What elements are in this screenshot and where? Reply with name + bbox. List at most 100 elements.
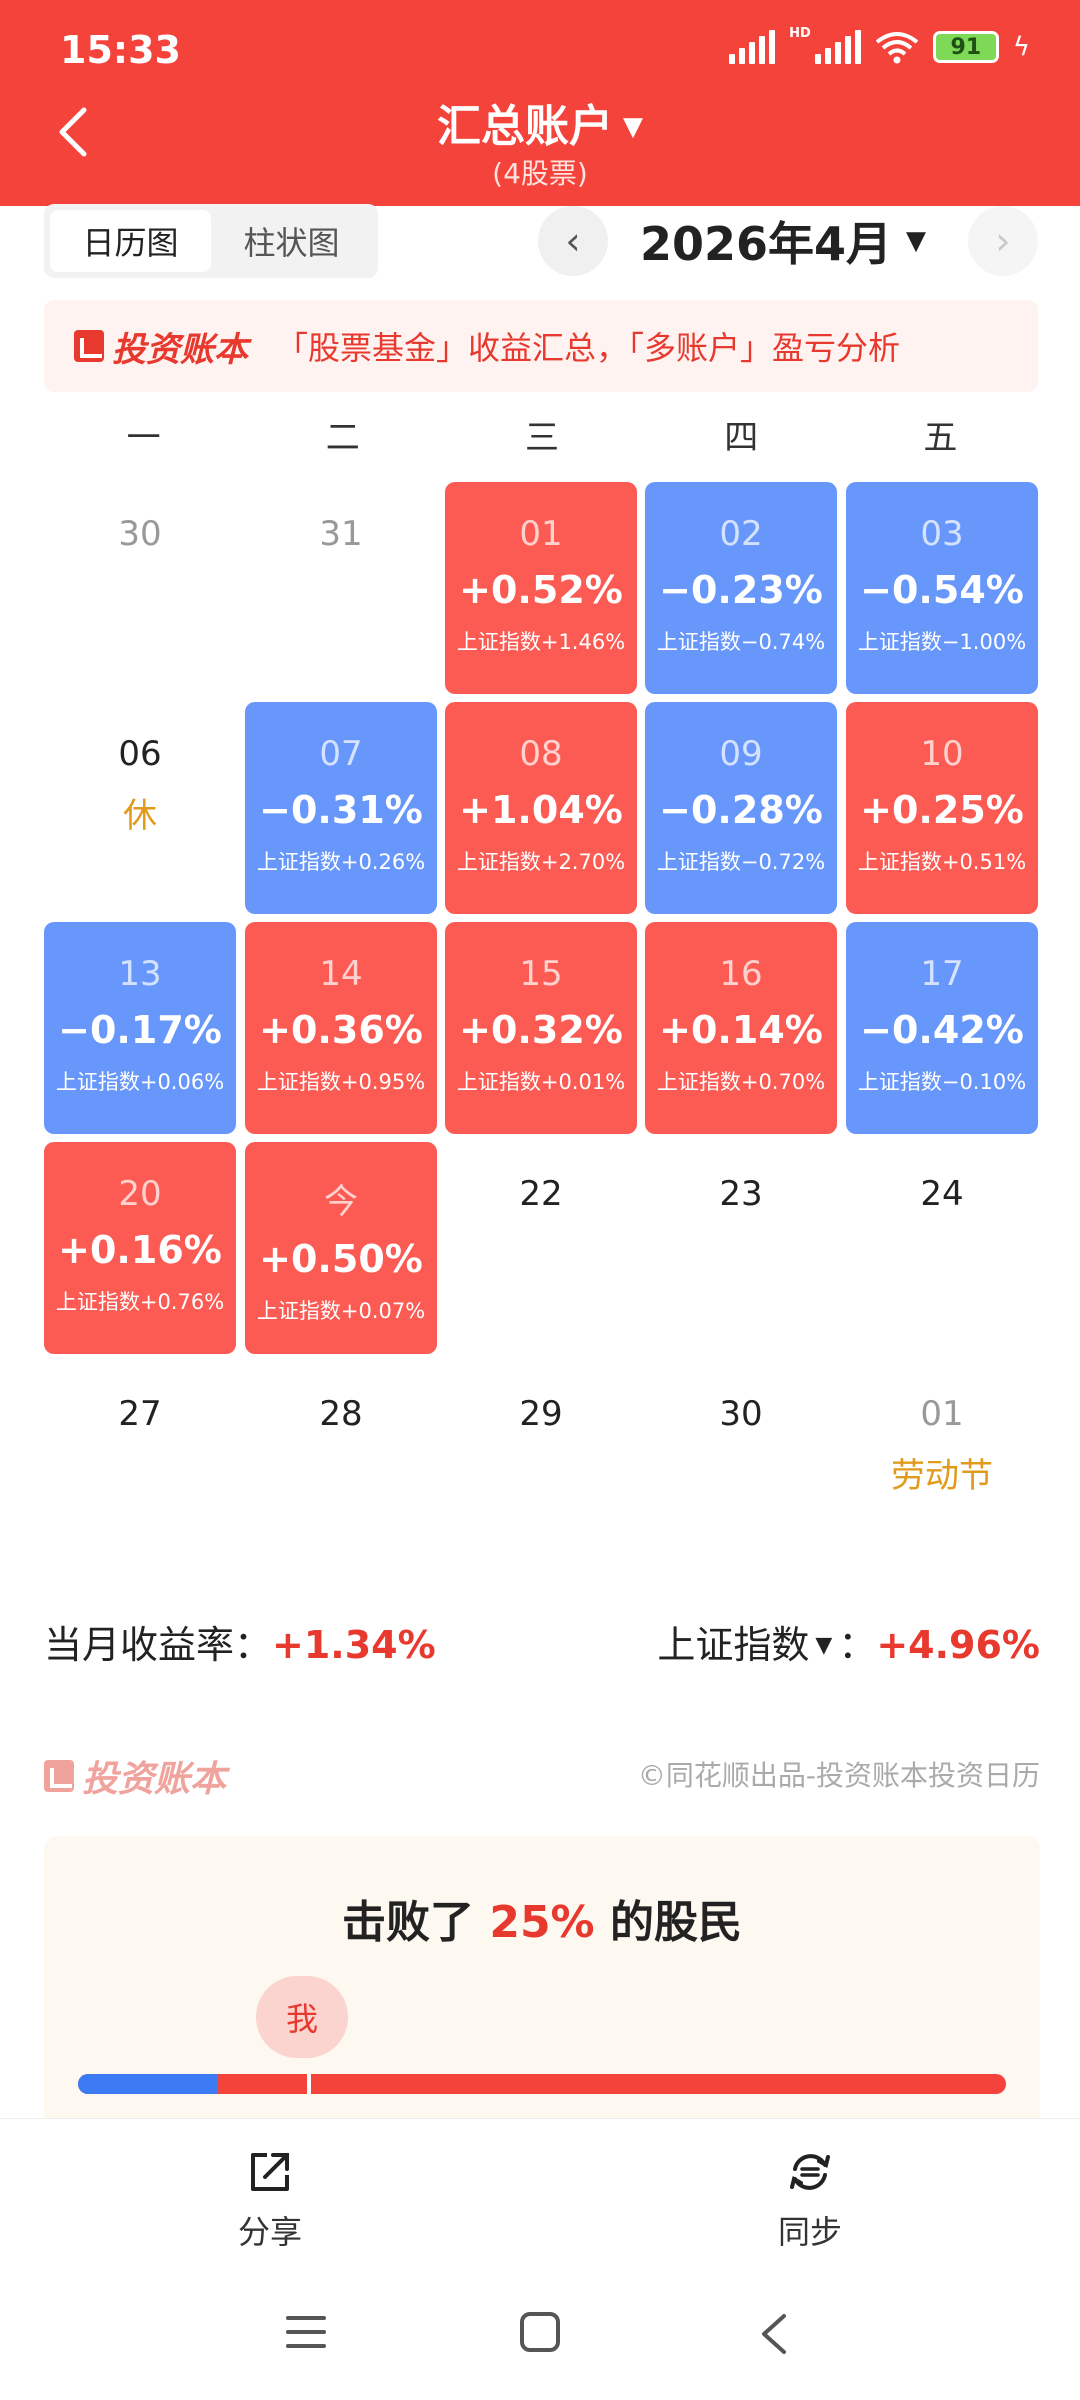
day-number: 30 bbox=[118, 514, 162, 554]
index-return-value: +4.96% bbox=[876, 1623, 1040, 1667]
beat-text: 击败了 25% 的股民 bbox=[44, 1886, 1040, 1950]
day-return: −0.31% bbox=[259, 788, 423, 832]
day-index-change: 上证指数+0.70% bbox=[656, 1070, 826, 1094]
index-return[interactable]: 上证指数 ▼ ：+4.96% bbox=[657, 1614, 1040, 1669]
monthly-return-label: 当月收益率： bbox=[44, 1623, 273, 1667]
monthly-return: 当月收益率：+1.34% bbox=[44, 1614, 436, 1669]
day-number: 24 bbox=[920, 1174, 964, 1214]
calendar-day[interactable]: 20 +0.16% 上证指数+0.76% bbox=[44, 1142, 236, 1354]
month-label: 2026年4月 bbox=[640, 217, 893, 271]
calendar-day[interactable]: 17 −0.42% 上证指数−0.10% bbox=[846, 922, 1038, 1134]
ledger-icon bbox=[74, 330, 104, 362]
status-time: 15:33 bbox=[60, 28, 181, 72]
calendar-day[interactable]: 29 bbox=[445, 1362, 637, 1574]
promo-banner[interactable]: 投资账本 「股票基金」收益汇总，「多账户」盈亏分析 bbox=[44, 300, 1038, 392]
day-number: 28 bbox=[319, 1394, 363, 1434]
day-number: 09 bbox=[719, 734, 763, 774]
calendar-day[interactable]: 16 +0.14% 上证指数+0.70% bbox=[645, 922, 837, 1134]
day-index-change: 上证指数+0.01% bbox=[456, 1070, 626, 1094]
calendar-day[interactable]: 24 bbox=[846, 1142, 1038, 1354]
signal-icon-2 bbox=[814, 30, 861, 64]
day-index-change: 上证指数+0.07% bbox=[256, 1299, 426, 1323]
back-nav-icon[interactable] bbox=[756, 2312, 792, 2356]
day-index-change: 上证指数+0.26% bbox=[256, 850, 426, 874]
ranking-bar bbox=[78, 2074, 1006, 2094]
day-number: 27 bbox=[118, 1394, 162, 1434]
calendar-day[interactable]: 今 +0.50% 上证指数+0.07% bbox=[245, 1142, 437, 1354]
brand-credit-row: 投资账本 ©同花顺出品-投资账本投资日历 bbox=[44, 1748, 1040, 1800]
calendar-day[interactable]: 13 −0.17% 上证指数+0.06% bbox=[44, 922, 236, 1134]
weekday-label: 二 bbox=[325, 418, 360, 458]
view-toggle: 日历图 柱状图 bbox=[44, 204, 378, 278]
month-selector[interactable]: 2026年4月 ▼ bbox=[640, 206, 926, 276]
account-selector[interactable]: 汇总账户 ▼ bbox=[0, 90, 1080, 154]
calendar-day[interactable]: 27 bbox=[44, 1362, 236, 1574]
tab-bar-chart[interactable]: 柱状图 bbox=[211, 210, 372, 272]
calendar-day[interactable]: 23 bbox=[645, 1142, 837, 1354]
beat-suffix: 的股民 bbox=[594, 1897, 742, 1948]
day-index-change: 上证指数+0.06% bbox=[55, 1070, 225, 1094]
calendar-day[interactable]: 30 bbox=[645, 1362, 837, 1574]
day-return: −0.42% bbox=[860, 1008, 1024, 1052]
calendar-day[interactable]: 22 bbox=[445, 1142, 637, 1354]
brand-logo: 投资账本 bbox=[74, 322, 248, 371]
brand-logo-faded: 投资账本 bbox=[44, 1750, 226, 1802]
calendar-day[interactable]: 10 +0.25% 上证指数+0.51% bbox=[846, 702, 1038, 914]
caret-down-icon: ▼ bbox=[906, 226, 927, 256]
next-month-button[interactable]: › bbox=[968, 206, 1038, 276]
day-index-change: 上证指数−0.10% bbox=[857, 1070, 1027, 1094]
weekday-label: 五 bbox=[923, 418, 958, 458]
calendar-day[interactable]: 31 bbox=[245, 482, 437, 694]
day-number: 23 bbox=[719, 1174, 763, 1214]
prev-month-button[interactable]: ‹ bbox=[538, 206, 608, 276]
me-marker-bubble: 我 bbox=[256, 1976, 348, 2058]
caret-down-icon: ▼ bbox=[623, 112, 643, 142]
menu-icon[interactable] bbox=[284, 2312, 328, 2352]
beat-ranking-card: 击败了 25% 的股民 我 bbox=[44, 1836, 1040, 2136]
signal-icon bbox=[729, 30, 776, 64]
day-return: −0.23% bbox=[659, 568, 823, 612]
tab-calendar[interactable]: 日历图 bbox=[50, 210, 211, 272]
day-note: 劳动节 bbox=[891, 1456, 993, 1496]
day-number: 03 bbox=[920, 514, 964, 554]
calendar-day[interactable]: 02 −0.23% 上证指数−0.74% bbox=[645, 482, 837, 694]
home-icon[interactable] bbox=[518, 2312, 562, 2352]
share-icon bbox=[251, 2153, 289, 2191]
calendar-day[interactable]: 15 +0.32% 上证指数+0.01% bbox=[445, 922, 637, 1134]
day-return: −0.28% bbox=[659, 788, 823, 832]
calendar-day[interactable]: 30 bbox=[44, 482, 236, 694]
ledger-icon bbox=[44, 1760, 74, 1792]
calendar-day[interactable]: 03 −0.54% 上证指数−1.00% bbox=[846, 482, 1038, 694]
caret-down-icon: ▼ bbox=[815, 1633, 833, 1658]
calendar-day[interactable]: 09 −0.28% 上证指数−0.72% bbox=[645, 702, 837, 914]
day-number: 30 bbox=[719, 1394, 763, 1434]
day-number: 06 bbox=[118, 734, 162, 774]
calendar-day[interactable]: 07 −0.31% 上证指数+0.26% bbox=[245, 702, 437, 914]
day-index-change: 上证指数+1.46% bbox=[456, 630, 626, 654]
day-return: +0.52% bbox=[459, 568, 623, 612]
calendar-day[interactable]: 01 +0.52% 上证指数+1.46% bbox=[445, 482, 637, 694]
day-number: 07 bbox=[319, 734, 363, 774]
monthly-return-value: +1.34% bbox=[272, 1623, 436, 1667]
share-button[interactable]: 分享 bbox=[190, 2147, 350, 2253]
calendar-day[interactable]: 08 +1.04% 上证指数+2.70% bbox=[445, 702, 637, 914]
day-number: 13 bbox=[118, 954, 162, 994]
calendar-day[interactable]: 14 +0.36% 上证指数+0.95% bbox=[245, 922, 437, 1134]
calendar-day[interactable]: 28 bbox=[245, 1362, 437, 1574]
day-index-change: 上证指数−0.74% bbox=[656, 630, 826, 654]
day-number: 今 bbox=[324, 1182, 358, 1222]
day-number: 29 bbox=[519, 1394, 563, 1434]
day-number: 02 bbox=[719, 514, 763, 554]
day-return: −0.54% bbox=[860, 568, 1024, 612]
calendar-day[interactable]: 06 休 bbox=[44, 702, 236, 914]
day-return: +0.16% bbox=[58, 1228, 222, 1272]
day-return: −0.17% bbox=[58, 1008, 222, 1052]
sync-button[interactable]: 同步 bbox=[730, 2147, 890, 2253]
day-index-change: 上证指数+0.95% bbox=[256, 1070, 426, 1094]
calendar-day[interactable]: 01 劳动节 bbox=[846, 1362, 1038, 1574]
day-number: 20 bbox=[118, 1174, 162, 1214]
day-number: 08 bbox=[519, 734, 563, 774]
day-return: +0.14% bbox=[659, 1008, 823, 1052]
day-index-change: 上证指数+0.51% bbox=[857, 850, 1027, 874]
index-label: 上证指数 bbox=[657, 1623, 810, 1667]
